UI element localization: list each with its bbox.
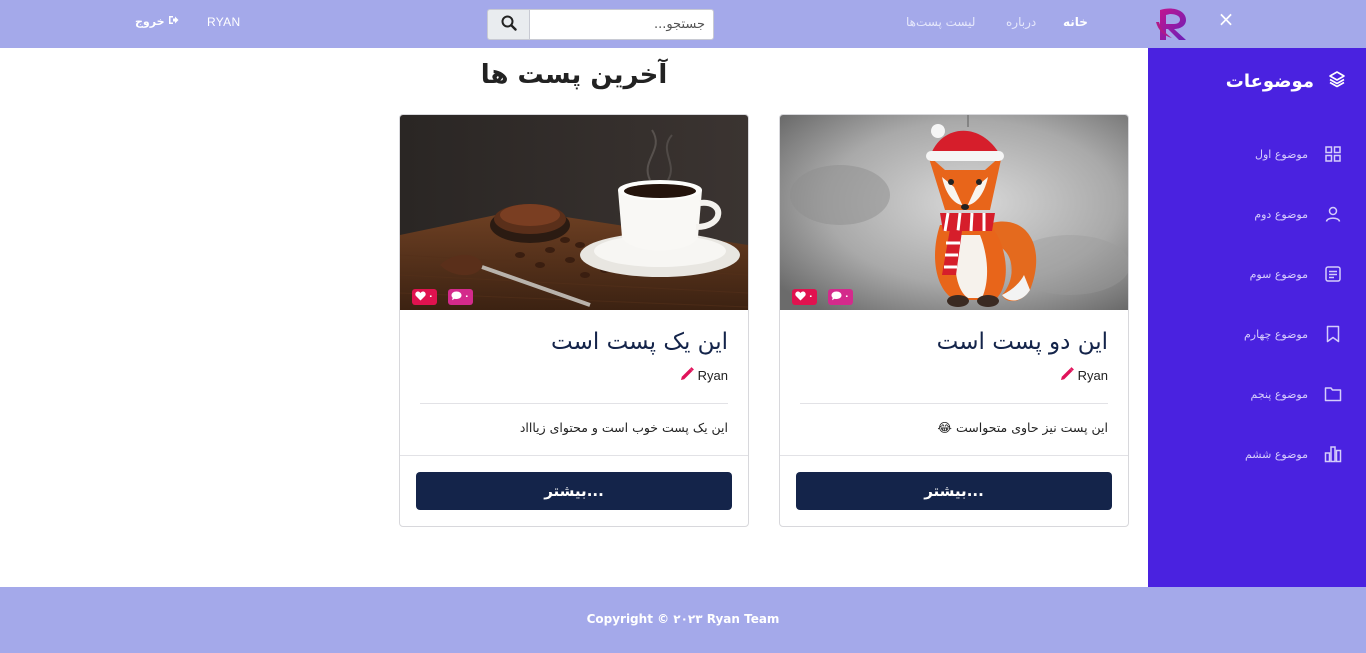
- comment-icon: [831, 291, 842, 304]
- heart-icon: [415, 291, 426, 304]
- search-form: [487, 9, 714, 40]
- post-excerpt: این یک پست خوب است و محتوای زیاااد: [520, 420, 728, 435]
- post-author: Ryan: [680, 367, 728, 384]
- comments-count: ۰: [464, 292, 470, 302]
- sidebar-item-2[interactable]: موضوع دوم: [1254, 205, 1342, 223]
- post-author: Ryan: [1060, 367, 1108, 384]
- page-title: آخرین پست ها: [480, 60, 668, 90]
- post-image-coffee[interactable]: [400, 115, 748, 310]
- top-navbar: × خانه درباره لیست پست‌ها RYAN خروج: [0, 0, 1366, 48]
- bookmark-icon: [1324, 325, 1342, 343]
- comment-icon: [451, 291, 462, 304]
- post-card: ۰ ۰ این یک پست است Ryan این یک پست خوب ا…: [399, 114, 749, 527]
- laughing-emoji-icon: 😂: [937, 420, 953, 435]
- likes-badge[interactable]: ۰: [412, 289, 437, 305]
- pencil-icon: [1060, 367, 1074, 384]
- likes-badge[interactable]: ۰: [792, 289, 817, 305]
- divider: [420, 403, 728, 404]
- sidebar-item-4[interactable]: موضوع چهارم: [1244, 325, 1342, 343]
- search-button[interactable]: [487, 9, 529, 40]
- sidebar-item-label: موضوع اول: [1254, 147, 1308, 161]
- post-title[interactable]: این یک پست است: [551, 329, 728, 355]
- search-input[interactable]: [529, 9, 714, 40]
- grid-icon: [1324, 145, 1342, 163]
- divider: [800, 403, 1108, 404]
- sidebar-item-3[interactable]: موضوع سوم: [1250, 265, 1342, 283]
- sidebar-item-1[interactable]: موضوع اول: [1255, 145, 1342, 163]
- nav-link-home[interactable]: خانه: [1063, 15, 1088, 29]
- sidebar-item-label: موضوع دوم: [1254, 207, 1308, 221]
- comments-badge[interactable]: ۰: [448, 289, 473, 305]
- sidebar: موضوعات موضوع اول موضوع دوم موضوع سوم مو…: [1148, 48, 1366, 587]
- post-excerpt-text: این یک پست خوب است و محتوای زیاااد: [519, 420, 728, 435]
- sidebar-item-5[interactable]: موضوع پنجم: [1251, 385, 1342, 403]
- sidebar-title: موضوعات: [1225, 70, 1314, 92]
- comments-badge[interactable]: ۰: [828, 289, 853, 305]
- post-excerpt: این پست نیز حاوی متحواست 😂: [937, 420, 1108, 435]
- site-logo[interactable]: [1152, 4, 1194, 44]
- sidebar-item-label: موضوع پنجم: [1250, 387, 1308, 401]
- post-author-name: Ryan: [697, 368, 728, 383]
- sidebar-item-label: موضوع سوم: [1249, 267, 1308, 281]
- user-name[interactable]: RYAN: [207, 15, 240, 29]
- heart-icon: [795, 291, 806, 304]
- bar-chart-icon: [1324, 445, 1342, 463]
- folder-icon: [1324, 385, 1342, 403]
- post-excerpt-text: این پست نیز حاوی متحواست: [956, 420, 1108, 435]
- nav-link-about[interactable]: درباره: [1006, 15, 1036, 29]
- user-icon: [1324, 205, 1342, 223]
- copyright-text: Copyright © ۲۰۲۳ Ryan Team: [586, 612, 780, 626]
- post-title[interactable]: این دو پست است: [937, 329, 1108, 355]
- read-more-button[interactable]: بیشتر...: [416, 472, 732, 510]
- sidebar-item-label: موضوع چهارم: [1243, 327, 1308, 341]
- sign-out-icon: [168, 15, 179, 28]
- divider: [400, 455, 748, 456]
- close-icon[interactable]: ×: [1216, 9, 1236, 29]
- likes-count: ۰: [808, 292, 814, 302]
- search-icon: [501, 15, 517, 35]
- likes-count: ۰: [428, 292, 434, 302]
- post-image-fox[interactable]: [780, 115, 1128, 310]
- layers-icon: [1328, 70, 1346, 92]
- comments-count: ۰: [844, 292, 850, 302]
- logout-button[interactable]: خروج: [135, 15, 179, 28]
- nav-link-posts[interactable]: لیست پست‌ها: [906, 15, 975, 29]
- document-icon: [1324, 265, 1342, 283]
- divider: [780, 455, 1128, 456]
- sidebar-header: موضوعات: [1226, 70, 1346, 92]
- logout-label: خروج: [135, 15, 165, 28]
- post-card: ۰ ۰ این دو پست است Ryan این پست نیز حاوی…: [779, 114, 1129, 527]
- pencil-icon: [680, 367, 694, 384]
- footer: Copyright © ۲۰۲۳ Ryan Team: [0, 587, 1366, 653]
- post-author-name: Ryan: [1077, 368, 1108, 383]
- sidebar-item-label: موضوع ششم: [1244, 447, 1308, 461]
- sidebar-item-6[interactable]: موضوع ششم: [1245, 445, 1342, 463]
- read-more-button[interactable]: بیشتر...: [796, 472, 1112, 510]
